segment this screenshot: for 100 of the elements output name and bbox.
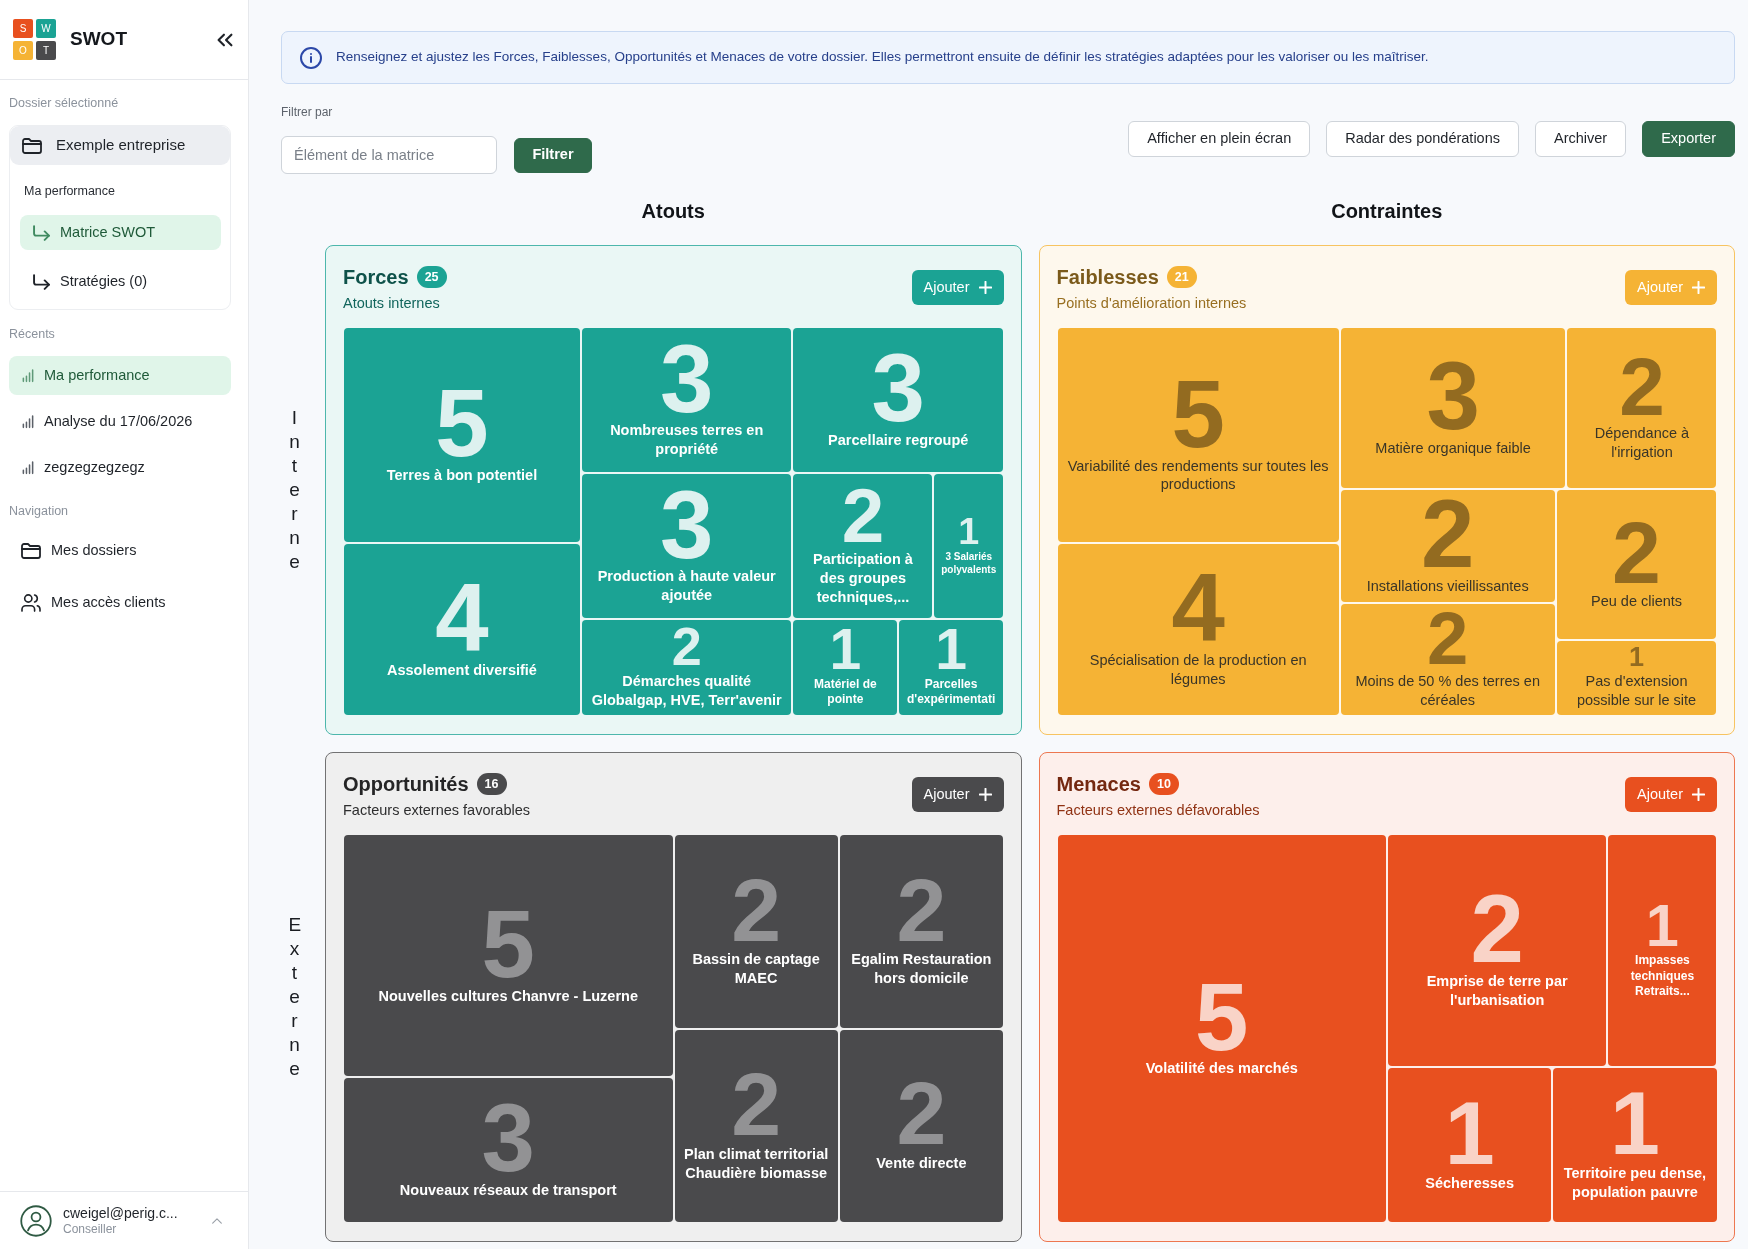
tile-weight: 3: [481, 1100, 535, 1178]
sidebar-link[interactable]: Mes accès clients: [9, 583, 231, 622]
tile-weight: 1: [935, 626, 967, 673]
bar-chart-icon: [22, 414, 34, 429]
action-button[interactable]: Exporter: [1642, 121, 1735, 157]
tile-label: Terres à bon potentiel: [385, 466, 539, 485]
section-label: Dossier sélectionné: [9, 95, 120, 111]
sidebar-link[interactable]: Analyse du 17/06/2026: [9, 402, 231, 441]
tile-weight: 5: [1195, 978, 1249, 1056]
quadrant-title: Menaces: [1056, 772, 1141, 797]
row-label: Interne: [288, 406, 301, 574]
tile-weight: 1: [829, 626, 862, 673]
user-role: Conseiller: [63, 1221, 118, 1237]
sidebar-link[interactable]: Stratégies (0): [20, 264, 221, 299]
column-header: Atouts: [641, 198, 705, 224]
tile-weight: 2: [1421, 496, 1475, 573]
tile-weight: 1: [1444, 1097, 1495, 1170]
plus-icon: [1692, 281, 1705, 294]
info-icon: [300, 46, 322, 69]
row-label: Externe: [288, 913, 301, 1081]
tile-weight: 5: [481, 905, 535, 983]
tile-label: Matière organique faible: [1374, 439, 1532, 458]
app-title: SWOT: [70, 27, 127, 52]
tile-label: Production à haute valeur ajoutée: [596, 567, 777, 606]
sidebar-link[interactable]: Ma performance: [9, 356, 231, 395]
section-title: Ma performance: [24, 183, 116, 199]
tile-weight: 4: [435, 579, 489, 657]
tile-label: 3 Salariés polyvalents: [940, 549, 998, 576]
folder-icon: [21, 542, 41, 559]
filter-label: Filtrer par: [281, 104, 334, 120]
sidebar-link[interactable]: Matrice SWOT: [20, 215, 221, 250]
tile-label: Nouvelles cultures Chanvre - Luzerne: [377, 986, 639, 1006]
tile-weight: 2: [896, 874, 947, 947]
tile-weight: 3: [660, 340, 714, 418]
folder-icon: [22, 137, 42, 154]
add-button[interactable]: Ajouter: [1625, 777, 1717, 812]
user-email: cweigel@perig.c...: [63, 1204, 178, 1222]
section-label: Navigation: [9, 503, 70, 519]
corner-arrow-icon: [33, 224, 50, 241]
tile-weight: 4: [1171, 570, 1225, 648]
collapse-button[interactable]: [217, 32, 233, 47]
action-button[interactable]: Afficher en plein écran: [1128, 121, 1311, 157]
tile-label: Plan climat territorial Chaudière biomasse: [683, 1144, 830, 1183]
tile-weight: 1: [1609, 1088, 1660, 1161]
chevron-up-icon: [212, 1217, 222, 1224]
user-menu-button[interactable]: [212, 1217, 222, 1224]
tile-label: Territoire peu dense, population pauvre: [1562, 1164, 1708, 1202]
tile-label: Spécialisation de la production en légumes: [1088, 651, 1308, 689]
column-header: Contraintes: [1331, 198, 1443, 224]
quadrant-title: Faiblesses: [1056, 265, 1159, 290]
users-icon: [21, 593, 41, 612]
tile-label: Nouveaux réseaux de transport: [398, 1181, 618, 1200]
count-badge: 21: [1166, 266, 1197, 288]
bar-chart-icon: [22, 460, 34, 475]
double-chevron-left-icon: [217, 32, 233, 47]
tile-label: Parcellaire regroupé: [827, 430, 970, 450]
add-button[interactable]: Ajouter: [911, 777, 1004, 812]
tile-weight: 1: [1629, 646, 1645, 669]
corner-arrow-icon: [33, 273, 50, 290]
tile-label: Bassin de captage MAEC: [691, 950, 821, 988]
tile-weight: 2: [1619, 354, 1665, 420]
folder-header[interactable]: Exemple entreprise: [10, 126, 230, 165]
plus-icon: [978, 281, 992, 294]
action-button[interactable]: Archiver: [1535, 121, 1627, 157]
tile-weight: 2: [1612, 518, 1661, 589]
plus-icon: [978, 788, 992, 801]
tile-label: Participation à des groupes techniques,...: [812, 550, 914, 607]
sidebar-link[interactable]: zegzegzegzegz: [9, 448, 231, 487]
tile-label: Peu de clients: [1590, 592, 1684, 612]
tile-weight: 2: [731, 1069, 782, 1141]
action-button[interactable]: Radar des pondérations: [1326, 121, 1519, 157]
tile-weight: 3: [871, 350, 925, 427]
section-label: Récents: [9, 326, 56, 342]
count-badge: 25: [416, 266, 447, 288]
logo-tile: W: [36, 19, 56, 38]
tile-weight: 2: [896, 1078, 947, 1151]
quadrant-subtitle: Facteurs externes favorables: [343, 801, 530, 820]
folder-name: Exemple entreprise: [56, 135, 186, 156]
tile-weight: 2: [1470, 891, 1524, 969]
quadrant-title: Opportunités: [343, 772, 469, 797]
filter-button[interactable]: Filtrer: [514, 137, 592, 173]
count-badge: 10: [1149, 773, 1179, 795]
plus-icon: [1692, 788, 1705, 801]
quadrant-title: Forces: [343, 265, 409, 290]
tile-weight: 2: [671, 624, 702, 669]
logo-tile: T: [36, 41, 56, 60]
tile-label: Assolement diversifié: [386, 660, 538, 680]
tile-label: Moins de 50 % des terres en céréales: [1354, 672, 1541, 710]
filter-input[interactable]: Élément de la matrice: [281, 136, 497, 174]
tile-label: Vente directe: [875, 1154, 968, 1174]
bar-chart-icon: [22, 368, 34, 383]
logo-tile: O: [13, 41, 33, 60]
tile-label: Nombreuses terres en propriété: [609, 421, 765, 460]
sidebar-link[interactable]: Mes dossiers: [9, 531, 231, 570]
quadrant-subtitle: Points d'amélioration internes: [1056, 294, 1247, 313]
tile-weight: 2: [731, 874, 782, 947]
quadrant-subtitle: Facteurs externes défavorables: [1056, 801, 1260, 820]
user-avatar-icon: [20, 1204, 52, 1237]
tile-weight: 1: [958, 515, 980, 546]
tile-weight: 3: [1426, 358, 1480, 435]
